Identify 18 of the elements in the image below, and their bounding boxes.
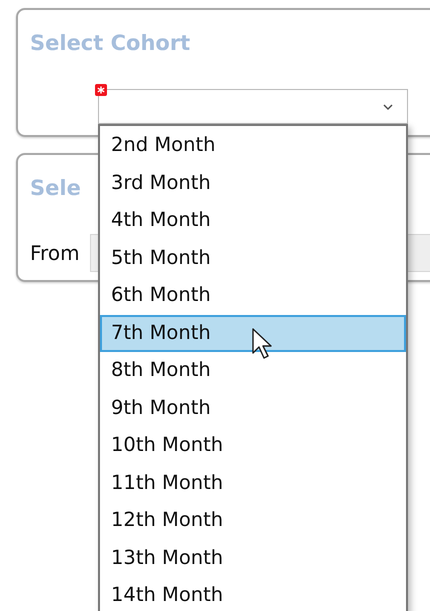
dropdown-option[interactable]: 13th Month: [100, 540, 406, 577]
dropdown-option[interactable]: 14th Month: [100, 577, 406, 611]
card-title: Sele: [30, 175, 81, 202]
dropdown-option[interactable]: 5th Month: [100, 240, 406, 277]
dropdown-option[interactable]: 2nd Month: [100, 127, 406, 164]
dropdown-option[interactable]: 12th Month: [100, 502, 406, 540]
dropdown-option[interactable]: 7th Month: [100, 314, 406, 352]
caret-icon: [382, 103, 394, 111]
dropdown-option[interactable]: 8th Month: [100, 352, 406, 390]
cohort-select[interactable]: [98, 89, 408, 124]
card-title: Select Cohort: [30, 30, 190, 57]
dropdown-option[interactable]: 4th Month: [100, 202, 406, 240]
dropdown-option[interactable]: 9th Month: [100, 390, 406, 427]
dropdown-option[interactable]: 11th Month: [100, 464, 406, 502]
dropdown-option[interactable]: 10th Month: [100, 427, 406, 464]
from-label: From: [30, 241, 80, 265]
dropdown-option[interactable]: 6th Month: [100, 277, 406, 314]
dropdown-option[interactable]: 3rd Month: [100, 164, 406, 202]
